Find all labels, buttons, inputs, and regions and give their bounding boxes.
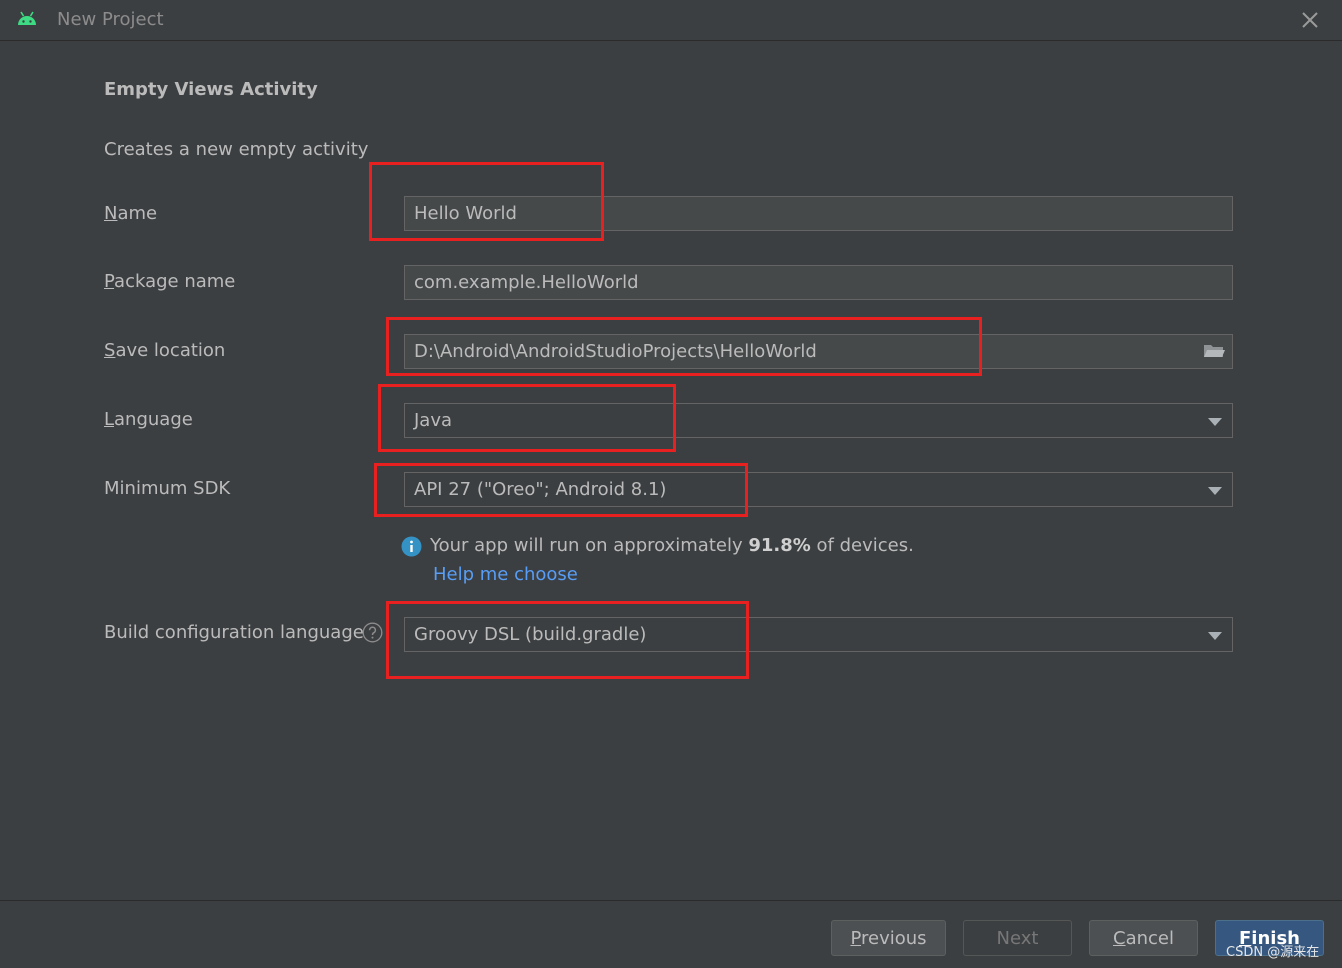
name-input[interactable] [404,196,1233,231]
cancel-mnemonic: C [1113,927,1126,949]
cancel-label: ancel [1125,927,1174,949]
chevron-down-icon [1208,487,1222,495]
next-button[interactable]: Next [963,920,1072,956]
name-label: Name [104,203,157,224]
package-name-label: Package name [104,271,235,292]
save-location-label-rest: ave location [115,340,226,361]
language-dropdown[interactable]: Java [404,403,1233,438]
save-location-field [404,334,1233,369]
title-bar: New Project [0,0,1342,41]
template-heading: Empty Views Activity [104,79,318,100]
language-label: Language [104,409,193,430]
watermark: CSDN @源来在 [1226,945,1320,960]
name-label-mnemonic: N [104,203,118,224]
cancel-button[interactable]: Cancel [1089,920,1198,956]
package-name-label-mnemonic: P [104,271,115,292]
device-coverage-text: Your app will run on approximately 91.8%… [430,535,914,556]
save-location-label-mnemonic: S [104,340,116,361]
coverage-percent: 91.8% [748,535,811,556]
package-name-input[interactable] [404,265,1233,300]
language-label-rest: anguage [114,409,193,430]
coverage-prefix: Your app will run on approximately [430,535,749,556]
language-selected: Java [414,410,453,431]
minimum-sdk-label: Minimum SDK [104,478,231,499]
chevron-down-icon [1208,632,1222,640]
help-me-choose-link[interactable]: Help me choose [433,564,578,585]
window-title: New Project [57,9,164,30]
folder-icon[interactable] [1202,341,1226,361]
minimum-sdk-selected: API 27 ("Oreo"; Android 8.1) [414,479,667,500]
save-location-label: Save location [104,340,225,361]
name-label-rest: ame [117,203,158,224]
question-icon[interactable] [362,622,383,643]
close-icon[interactable] [1296,6,1324,34]
build-config-selected: Groovy DSL (build.gradle) [414,624,647,645]
package-name-label-rest: ackage name [114,271,236,292]
language-label-mnemonic: L [104,409,115,430]
info-icon [401,536,422,557]
previous-button[interactable]: Previous [831,920,946,956]
build-config-dropdown[interactable]: Groovy DSL (build.gradle) [404,617,1233,652]
previous-mnemonic: P [850,927,861,949]
android-icon [18,11,36,25]
template-description: Creates a new empty activity [104,139,369,160]
save-location-input[interactable] [404,334,1233,369]
minimum-sdk-dropdown[interactable]: API 27 ("Oreo"; Android 8.1) [404,472,1233,507]
chevron-down-icon [1208,418,1222,426]
coverage-suffix: of devices. [810,535,914,556]
build-config-label: Build configuration language [104,622,364,643]
previous-label: revious [861,927,927,949]
